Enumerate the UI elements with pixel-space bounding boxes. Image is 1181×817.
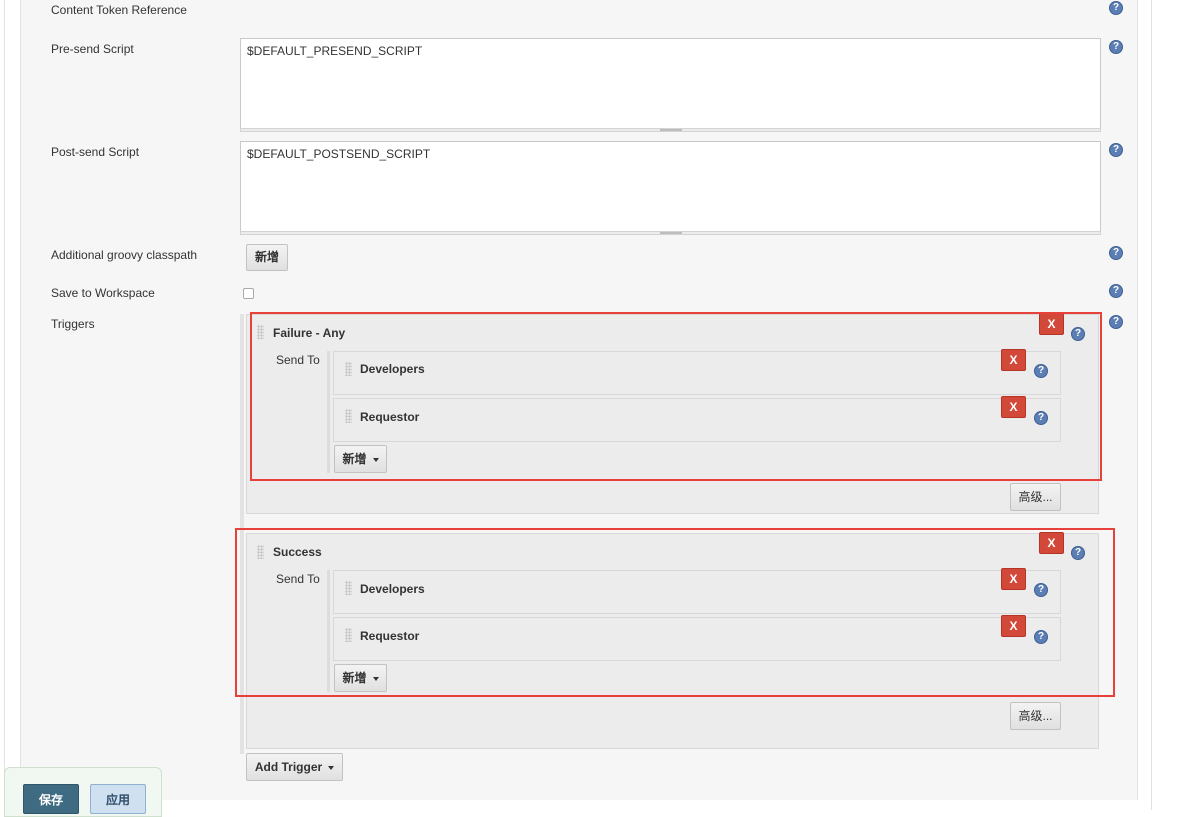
presend-resize-grip[interactable] <box>240 128 1101 132</box>
add-trigger-label: Add Trigger <box>254 760 323 774</box>
caret-down-icon <box>328 765 335 770</box>
highlight-box <box>250 312 1102 481</box>
postsend-resize-grip[interactable] <box>240 231 1101 235</box>
advanced-button[interactable]: 高级... <box>1010 702 1061 730</box>
help-icon[interactable]: ? <box>1109 1 1123 15</box>
classpath-label: Additional groovy classpath <box>51 248 198 262</box>
triggers-label: Triggers <box>51 317 95 331</box>
postsend-label: Post-send Script <box>51 145 140 159</box>
advanced-button[interactable]: 高级... <box>1010 483 1061 511</box>
help-icon[interactable]: ? <box>1109 284 1123 298</box>
add-trigger-button[interactable]: Add Trigger <box>246 753 343 781</box>
help-icon[interactable]: ? <box>1109 143 1123 157</box>
help-icon[interactable]: ? <box>1109 246 1123 260</box>
content-token-label: Content Token Reference <box>51 3 187 17</box>
classpath-add-button[interactable]: 新增 <box>246 244 288 271</box>
presend-label: Pre-send Script <box>51 42 134 56</box>
workspace-checkbox[interactable] <box>243 288 254 299</box>
highlight-box <box>235 528 1115 697</box>
help-icon[interactable]: ? <box>1109 315 1123 329</box>
workspace-label: Save to Workspace <box>51 286 155 300</box>
help-icon[interactable]: ? <box>1109 40 1123 54</box>
presend-textarea[interactable]: $DEFAULT_PRESEND_SCRIPT <box>240 38 1101 129</box>
postsend-textarea[interactable]: $DEFAULT_POSTSEND_SCRIPT <box>240 141 1101 232</box>
